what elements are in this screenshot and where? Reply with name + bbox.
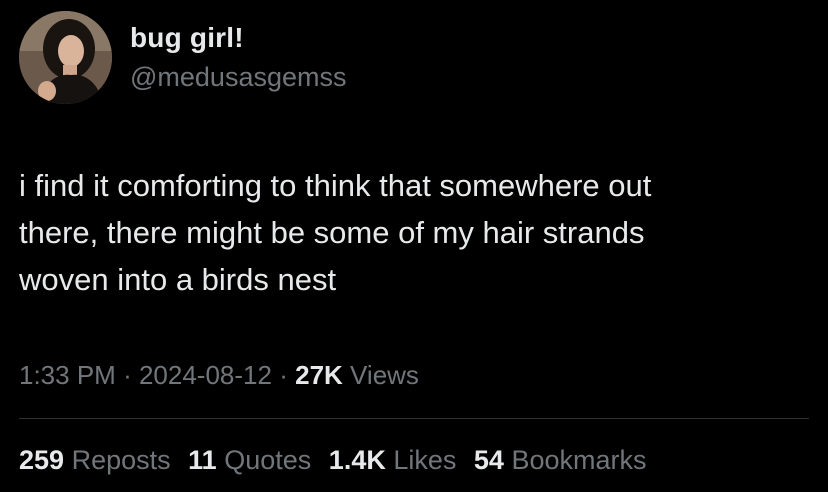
tweet-text-line: there, there might be some of my hair st… [19, 215, 645, 250]
handle[interactable]: @medusasgemss [130, 62, 347, 93]
tweet-text-line: i find it comforting to think that somew… [19, 168, 652, 203]
divider [19, 418, 809, 419]
profile-photo-icon [19, 11, 112, 104]
tweet-meta: 1:33 PM · 2024-08-12 · 27K Views [19, 360, 419, 391]
reposts-count: 259 [19, 445, 65, 475]
tweet-text: i find it comforting to think that somew… [19, 162, 809, 303]
avatar[interactable] [19, 11, 112, 104]
likes-count: 1.4K [328, 445, 386, 475]
tweet-date[interactable]: 2024-08-12 [139, 360, 272, 390]
reposts-stat[interactable]: 259 Reposts [19, 445, 178, 475]
likes-label: Likes [393, 445, 457, 475]
quotes-label: Quotes [224, 445, 312, 475]
quotes-stat[interactable]: 11 Quotes [188, 445, 319, 475]
likes-stat[interactable]: 1.4K Likes [329, 445, 464, 475]
meta-separator: · [123, 360, 132, 390]
tweet-text-line: woven into a birds nest [19, 262, 337, 297]
views-label: Views [350, 360, 419, 390]
bookmarks-count: 54 [473, 445, 504, 475]
bookmarks-stat[interactable]: 54 Bookmarks [474, 445, 647, 475]
views-count: 27K [295, 360, 343, 390]
quotes-count: 11 [188, 445, 217, 475]
meta-separator: · [279, 360, 288, 390]
bookmarks-label: Bookmarks [511, 445, 647, 475]
engagement-stats: 259 Reposts 11 Quotes 1.4K Likes 54 Book… [19, 445, 657, 476]
tweet-time[interactable]: 1:33 PM [19, 360, 116, 390]
display-name[interactable]: bug girl! [130, 22, 244, 54]
reposts-label: Reposts [71, 445, 171, 475]
